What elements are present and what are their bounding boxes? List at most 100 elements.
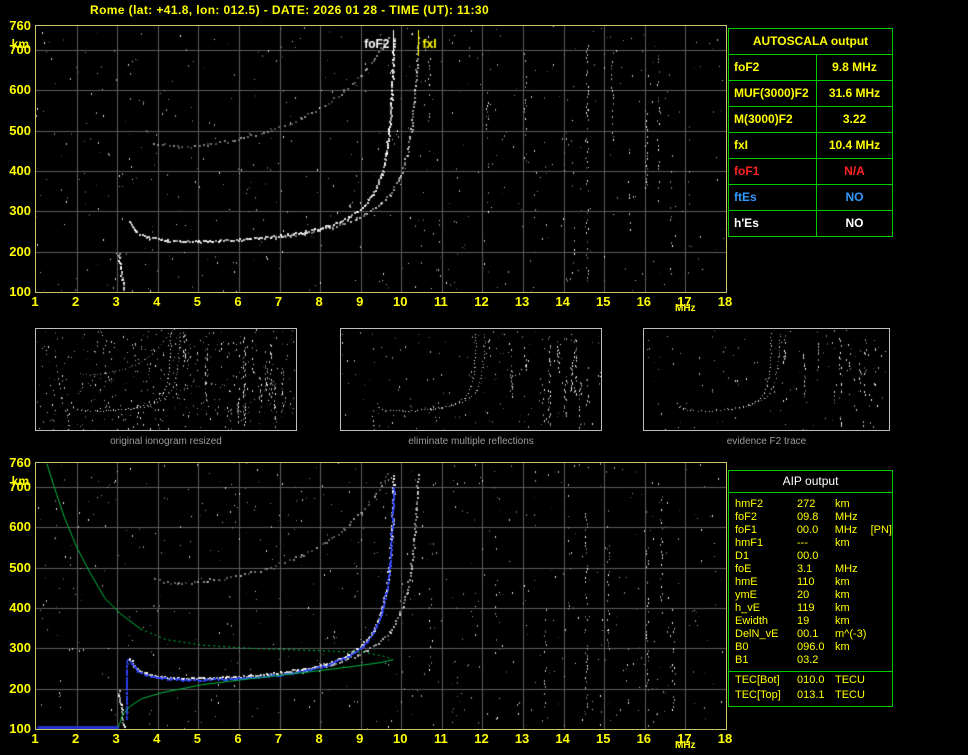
- aip-row-value: 119: [797, 602, 815, 614]
- x-tick-label: 10: [393, 294, 408, 309]
- x-tick-label: 4: [153, 731, 161, 746]
- aip-row-note: [871, 576, 892, 589]
- x-tick-label: 5: [193, 294, 201, 309]
- aip-row-label: foF1: [735, 524, 758, 536]
- ionogram-top-plot: [35, 25, 727, 293]
- ionogram-bottom-canvas: [36, 463, 726, 729]
- aip-row-value: 09.8: [797, 511, 819, 523]
- aip-row: TEC[Bot] 010.0 TECU: [729, 671, 892, 689]
- y-tick-label: 760: [9, 455, 31, 470]
- y-tick-label: 600: [9, 519, 31, 535]
- aip-row: B1 03.2: [729, 654, 892, 667]
- aip-row: h_vE 119 km: [729, 602, 892, 615]
- x-tick-label: 18: [717, 731, 733, 746]
- aip-row-unit: km: [835, 641, 850, 653]
- x-tick-label: 13: [514, 294, 530, 309]
- y-tick-label: 300: [9, 203, 31, 219]
- aip-table-rows: hmF2 272 km foF2 09.8 MHz foF1 00.0 MHz [PN] hmF1 -…: [729, 493, 892, 702]
- aip-row-value: 00.0: [796, 524, 819, 536]
- y-tick-label: 500: [9, 122, 31, 138]
- autoscala-row-value: N/A: [844, 164, 865, 178]
- autoscala-output-screen: Rome (lat: +41.8, lon: 012.5) - DATE: 20…: [0, 0, 968, 755]
- autoscala-row-value: 9.8 MHz: [832, 60, 877, 74]
- x-tick-label: 11: [434, 731, 448, 746]
- thumbnail-caption-evidence: evidence F2 trace: [726, 436, 807, 447]
- aip-row-note: [871, 550, 892, 563]
- autoscala-row-value: NO: [845, 190, 864, 204]
- x-tick-label: 15: [596, 731, 611, 746]
- aip-row-unit: TECU: [835, 674, 865, 686]
- autoscala-row-label: MUF(3000)F2: [729, 81, 817, 106]
- aip-row-note: [871, 589, 892, 602]
- aip-row-unit: [835, 654, 871, 667]
- x-tick-label: 5: [193, 731, 201, 746]
- aip-row-unit: [835, 550, 871, 563]
- autoscala-row-value: NO: [845, 216, 864, 230]
- ionogram-bottom-plot: [35, 462, 727, 730]
- aip-row-unit: km: [835, 615, 850, 627]
- y-tick-label: 600: [9, 82, 31, 98]
- aip-row-label: DelN_vE: [735, 628, 779, 640]
- x-tick-label: 6: [234, 731, 242, 746]
- aip-row-unit: MHz: [835, 511, 858, 523]
- autoscala-row-value: 3.22: [842, 112, 867, 126]
- thumbnail-eliminate-canvas: [341, 329, 601, 430]
- x-tick-label: 14: [555, 731, 570, 746]
- autoscala-table-rows: foF2 9.8 MHz MUF(3000)F2 31.6 MHz M(3000)F2 3…: [729, 55, 892, 236]
- autoscala-row-label: foF2: [729, 55, 817, 80]
- aip-row-unit: km: [835, 576, 850, 588]
- aip-row-label: ymE: [735, 589, 757, 601]
- aip-row-label: h_vE: [735, 602, 761, 614]
- autoscala-row-label: ftEs: [729, 185, 817, 210]
- x-axis-unit: MHz: [675, 740, 696, 751]
- y-tick-label: 400: [9, 163, 31, 179]
- x-tick-label: 13: [514, 731, 530, 746]
- aip-row-note: [871, 654, 892, 667]
- aip-row-note: [871, 602, 892, 615]
- aip-row-note: [871, 674, 892, 689]
- x-tick-label: 9: [356, 731, 364, 746]
- x-tick-label: 2: [71, 731, 80, 746]
- aip-row-note: [871, 498, 892, 511]
- aip-row-label: TEC[Bot]: [735, 674, 780, 686]
- y-axis-unit: km: [11, 474, 29, 488]
- y-tick-label: 300: [9, 640, 31, 656]
- autoscala-row-label: fxI: [729, 133, 817, 158]
- aip-row-unit: km: [835, 602, 850, 614]
- autoscala-row: ftEs NO: [729, 185, 892, 211]
- aip-row-value: 110: [797, 576, 815, 588]
- y-tick-label: 200: [9, 243, 31, 259]
- aip-row: D1 00.0: [729, 550, 892, 563]
- aip-row-unit: TECU: [835, 689, 865, 701]
- y-axis-unit: km: [11, 37, 29, 51]
- aip-row-value: 096.0: [797, 641, 825, 653]
- aip-row-unit: km: [835, 498, 850, 510]
- aip-row: ymE 20 km: [729, 589, 892, 602]
- x-tick-label: 2: [71, 294, 80, 309]
- aip-row: foE 3.1 MHz: [729, 563, 892, 576]
- thumbnail-caption-original: original ionogram resized: [110, 436, 222, 447]
- aip-row-unit: km: [835, 589, 850, 601]
- autoscala-row: foF2 9.8 MHz: [729, 55, 892, 81]
- thumbnail-evidence-canvas: [644, 329, 889, 430]
- autoscala-row-label: h'Es: [729, 211, 817, 236]
- aip-row-value: 272: [797, 498, 816, 510]
- autoscala-row: foF1 N/A: [729, 159, 892, 185]
- aip-row-label: TEC[Top]: [735, 689, 781, 701]
- y-tick-label: 100: [9, 721, 31, 736]
- aip-row-value: 013.1: [797, 689, 825, 701]
- aip-row-note: [871, 641, 892, 654]
- aip-row-unit: m^(-3): [835, 628, 867, 640]
- aip-row-label: foF2: [735, 511, 758, 523]
- aip-output-table: AIP output hmF2 272 km foF2 09.8 MHz foF1 00.0 M…: [728, 470, 893, 707]
- aip-row-value: 00.0: [797, 550, 819, 562]
- autoscala-row-value: 10.4 MHz: [828, 138, 881, 152]
- y-tick-label: 100: [9, 284, 31, 299]
- aip-row-label: Ewidth: [735, 615, 769, 627]
- aip-row-value: 20: [797, 589, 810, 601]
- aip-row: hmF1 --- km: [729, 537, 892, 550]
- x-tick-label: 16: [636, 294, 652, 309]
- x-tick-label: 3: [112, 294, 120, 309]
- aip-row: foF1 00.0 MHz [PN]: [729, 524, 892, 537]
- aip-row-label: foE: [735, 563, 752, 575]
